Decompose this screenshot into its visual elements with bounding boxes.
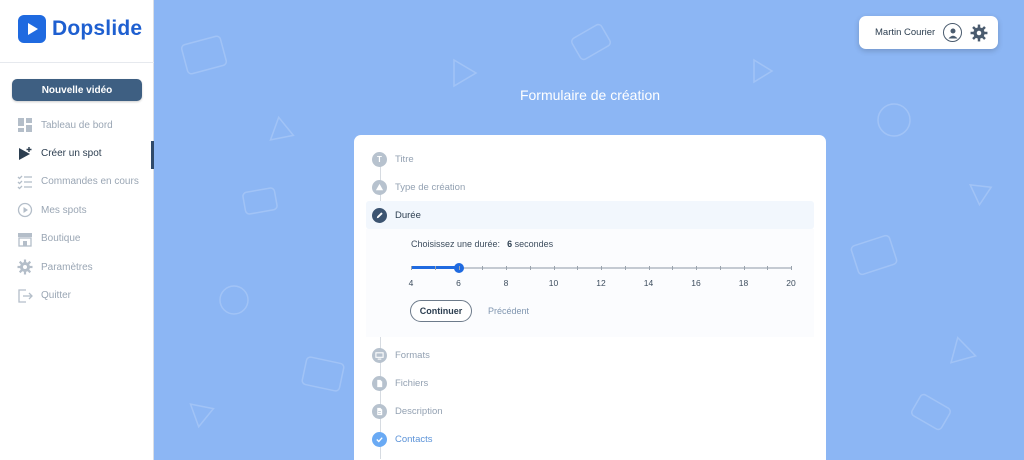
step-label: Formats [395,349,430,361]
step-label: Description [395,405,443,417]
sidebar-item-shop[interactable]: Boutique [0,225,154,253]
sidebar-item-label: Tableau de bord [41,119,113,131]
step-description[interactable]: Description [372,403,443,419]
slider-tick [482,266,484,270]
step-label: Durée [395,209,421,221]
sidebar-item-my-spots[interactable]: Mes spots [0,196,154,224]
duration-slider[interactable] [411,261,792,277]
shapes-icon [372,179,387,195]
duration-prompt-text: Choisissez une durée: [411,239,501,249]
settings-gear-icon[interactable] [970,24,988,42]
avatar-icon[interactable] [943,23,963,42]
slider-tick [791,266,792,270]
user-name: Martin Courier [875,27,936,38]
sidebar-item-label: Paramètres [41,261,93,273]
step-label: Titre [395,153,414,165]
slider-tick [553,266,555,270]
slider-tick-label: 4 [408,278,414,288]
sidebar-item-label: Créer un spot [41,148,102,160]
shop-icon [17,231,33,247]
active-step-highlight [366,201,814,229]
pencil-icon [372,207,387,223]
app-name: Dopslide [52,17,143,40]
page-title: Formulaire de création [519,87,661,103]
sidebar-item-logout[interactable]: Quitter [0,281,154,309]
slider-tick-label: 20 [786,278,796,288]
slider-tick [411,266,412,270]
step-label: Contacts [395,433,433,445]
sidebar-nav: Tableau de bord Créer un spot Commandes … [0,111,154,310]
slider-tick [624,266,626,270]
checklist-icon [17,174,33,190]
step-files[interactable]: Fichiers [372,375,428,391]
step-title[interactable]: T Titre [372,151,414,167]
sidebar-item-label: Commandes en cours [41,176,139,188]
step-title-badge: T [372,151,387,167]
slider-tick [696,266,697,270]
step-formats[interactable]: Formats [372,347,430,363]
slider-tick [719,266,721,270]
step-label: Type de création [395,181,466,193]
file-icon [372,375,387,391]
step-creation-type[interactable]: Type de création [372,179,465,195]
slider-tick-label: 8 [503,278,509,288]
step-contacts[interactable]: Contacts [372,431,433,447]
sidebar-item-create-spot[interactable]: Créer un spot [0,139,154,170]
slider-tick [577,266,579,270]
continue-button[interactable]: Continuer [410,300,472,322]
slider-tick [767,266,769,270]
sidebar-item-settings[interactable]: Paramètres [0,253,154,281]
new-video-button[interactable]: Nouvelle vidéo [12,79,142,101]
duration-prompt: Choisissez une durée: 6 secondes [411,239,553,249]
sidebar: Dopslide Nouvelle vidéo Tableau de bord … [0,0,154,460]
play-circle-icon [17,202,33,218]
previous-button[interactable]: Précédent [488,306,529,316]
slider-tick-label: 12 [596,278,606,288]
slider-tick-label: 10 [548,278,559,288]
slider-tick-label: 18 [738,278,749,288]
slider-tick [601,266,602,270]
slider-tick [743,266,745,270]
sidebar-item-label: Mes spots [41,204,87,216]
user-menu[interactable]: Martin Courier [859,16,998,49]
duration-unit: secondes [514,239,554,249]
slider-tick-label: 16 [691,278,701,288]
sidebar-divider [0,62,154,63]
slider-tick-label: 14 [643,278,654,288]
monitor-icon [372,347,387,363]
dashboard-icon [17,117,33,133]
sidebar-item-dashboard[interactable]: Tableau de bord [0,111,154,139]
create-spot-icon [17,146,33,162]
sidebar-item-label: Boutique [41,233,81,245]
sidebar-item-label: Quitter [41,290,72,302]
check-icon [372,431,387,447]
duration-value: 6 [507,239,513,249]
slider-tick [458,266,460,270]
slider-tick [506,266,507,270]
slider-tick [672,266,674,270]
document-icon [372,403,387,419]
creation-form-card: T Titre Type de création Durée Choisisse… [354,135,826,460]
logout-icon [17,288,33,304]
app-logo[interactable]: Dopslide [18,15,142,43]
logo-play-icon [18,15,46,43]
slider-tick [434,266,436,270]
slider-tick-label: 6 [456,278,461,288]
sidebar-item-orders[interactable]: Commandes en cours [0,168,154,196]
step-label: Fichiers [395,377,429,389]
slider-tick [648,266,650,270]
slider-tick [529,266,531,270]
step-duration[interactable]: Durée [372,207,421,223]
gear-icon [17,259,33,275]
